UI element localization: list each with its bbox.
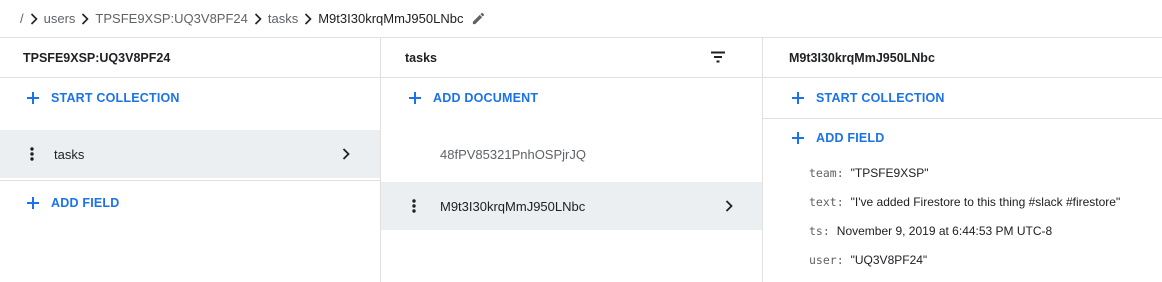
chevron-right-icon <box>725 200 733 212</box>
add-document-label: ADD DOCUMENT <box>433 91 539 105</box>
field-key: user: <box>809 253 844 267</box>
document-id: M9t3I30krqMmJ950LNbc <box>440 198 586 214</box>
field-key: team: <box>809 166 844 180</box>
field-value: "I've added Firestore to this thing #sla… <box>850 195 1121 209</box>
collection-title: tasks <box>405 50 437 65</box>
field-key: text: <box>809 195 844 209</box>
add-field-label: ADD FIELD <box>816 131 885 145</box>
filter-icon[interactable] <box>710 51 726 63</box>
add-field-button[interactable]: ADD FIELD <box>0 183 119 223</box>
collection-row-tasks[interactable]: tasks <box>0 130 380 178</box>
chevron-right-icon <box>24 12 44 25</box>
panel-title: TPSFE9XSP:UQ3V8PF24 <box>0 38 380 78</box>
document-detail-panel: M9t3I30krqMmJ950LNbc START COLLECTION AD… <box>763 38 1162 282</box>
breadcrumb-current: M9t3I30krqMmJ950LNbc <box>318 11 464 26</box>
document-panel: TPSFE9XSP:UQ3V8PF24 START COLLECTION tas… <box>0 38 381 282</box>
chevron-right-icon <box>75 12 95 25</box>
breadcrumb-item-users[interactable]: users <box>44 11 76 26</box>
breadcrumb-item-tasks[interactable]: tasks <box>268 11 298 26</box>
panel-title: M9t3I30krqMmJ950LNbc <box>763 38 1162 78</box>
field-row-ts[interactable]: ts: November 9, 2019 at 6:44:53 PM UTC-8 <box>809 224 1052 238</box>
add-field-label: ADD FIELD <box>51 196 120 210</box>
field-value: "UQ3V8PF24" <box>850 253 928 267</box>
plus-icon <box>408 91 422 105</box>
field-value: November 9, 2019 at 6:44:53 PM UTC-8 <box>836 224 1053 238</box>
document-row[interactable]: 48fPV85321PnhOSPjrJQ <box>381 130 762 178</box>
collection-panel: tasks ADD DOCUMENT 48fPV85321PnhOSPjrJQ … <box>381 38 763 282</box>
chevron-right-icon <box>298 12 318 25</box>
divider <box>0 180 380 181</box>
field-value: "TPSFE9XSP" <box>850 166 929 180</box>
field-row-user[interactable]: user: "UQ3V8PF24" <box>809 253 927 267</box>
chevron-right-icon <box>248 12 268 25</box>
more-vert-icon[interactable] <box>412 199 416 213</box>
breadcrumb: / users TPSFE9XSP:UQ3V8PF24 tasks M9t3I3… <box>0 0 1162 38</box>
add-field-button[interactable]: ADD FIELD <box>763 118 884 158</box>
document-row-selected[interactable]: M9t3I30krqMmJ950LNbc <box>381 182 762 230</box>
panel-title: tasks <box>381 38 762 78</box>
start-collection-button[interactable]: START COLLECTION <box>763 78 1162 118</box>
field-row-text[interactable]: text: "I've added Firestore to this thin… <box>809 195 1120 209</box>
start-collection-label: START COLLECTION <box>51 91 180 105</box>
plus-icon <box>26 196 40 210</box>
edit-path-icon[interactable] <box>471 11 486 26</box>
field-key: ts: <box>809 224 830 238</box>
collection-name: tasks <box>54 146 85 162</box>
field-row-team[interactable]: team: "TPSFE9XSP" <box>809 166 929 180</box>
document-id: 48fPV85321PnhOSPjrJQ <box>440 146 586 162</box>
start-collection-label: START COLLECTION <box>816 91 945 105</box>
plus-icon <box>791 131 805 145</box>
breadcrumb-item-user-doc[interactable]: TPSFE9XSP:UQ3V8PF24 <box>95 11 247 26</box>
chevron-right-icon <box>342 148 350 160</box>
plus-icon <box>791 91 805 105</box>
more-vert-icon[interactable] <box>30 147 34 161</box>
plus-icon <box>26 91 40 105</box>
add-document-button[interactable]: ADD DOCUMENT <box>381 78 762 118</box>
start-collection-button[interactable]: START COLLECTION <box>0 78 380 118</box>
